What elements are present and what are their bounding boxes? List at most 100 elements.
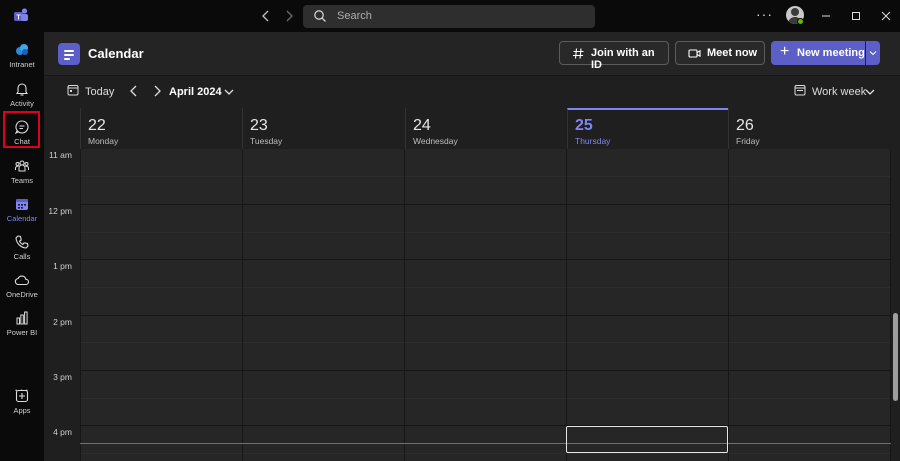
intranet-icon: [16, 44, 28, 55]
calendar-icon: [16, 199, 28, 210]
half-hour-line: [80, 398, 891, 399]
teams-icon: [15, 160, 29, 172]
rail-item-intranet[interactable]: Intranet: [0, 38, 44, 76]
day-header-wednesday[interactable]: 24 Wednesday: [405, 108, 567, 149]
app-rail: Intranet Activity Chat Teams Calendar Ca…: [0, 32, 44, 461]
teams-logo-icon: T: [14, 8, 28, 22]
chevron-down-icon[interactable]: [865, 87, 875, 97]
hour-column: 11 am 12 pm 1 pm 2 pm 3 pm 4 pm: [44, 149, 80, 461]
month-selector[interactable]: April 2024: [169, 86, 222, 98]
calendar-header: Calendar Join with an ID Meet now + New …: [44, 32, 900, 76]
plus-icon: +: [780, 43, 790, 60]
day-header-thursday[interactable]: 25 Thursday: [567, 108, 728, 149]
hour-label: 1 pm: [53, 261, 72, 271]
day-number: 26: [736, 117, 754, 134]
day-number: 25: [575, 117, 593, 134]
rail-item-teams[interactable]: Teams: [0, 154, 44, 192]
half-hour-line: [80, 453, 891, 454]
rail-item-apps[interactable]: Apps: [0, 384, 44, 422]
day-header-monday[interactable]: 22 Monday: [80, 108, 242, 149]
cloud-icon: [14, 275, 30, 286]
new-meeting-dropdown-button[interactable]: [866, 41, 880, 65]
minimize-icon[interactable]: [818, 8, 834, 24]
chevron-down-icon: [869, 51, 877, 56]
bell-icon: [15, 83, 29, 96]
rail-label: Teams: [10, 176, 34, 185]
previous-week-icon[interactable]: [128, 84, 140, 98]
hour-label: 3 pm: [53, 372, 72, 382]
hour-label: 4 pm: [53, 427, 72, 437]
hour-line: [80, 204, 891, 205]
view-selector[interactable]: Work week: [812, 86, 866, 98]
chevron-down-icon[interactable]: [224, 87, 234, 97]
half-hour-line: [80, 176, 891, 177]
calendar-app-icon: [58, 43, 80, 65]
half-hour-line: [80, 232, 891, 233]
rail-label: Apps: [13, 406, 31, 415]
today-button[interactable]: Today: [85, 86, 114, 98]
hour-line: [80, 259, 891, 260]
scrollbar-thumb[interactable]: [893, 313, 898, 401]
view-calendar-icon: [794, 85, 806, 96]
chat-icon: [14, 120, 29, 135]
day-header-friday[interactable]: 26 Friday: [728, 108, 891, 149]
new-meeting-label: New meeting: [797, 47, 865, 59]
hour-label: 11 am: [49, 150, 72, 160]
vertical-scrollbar[interactable]: [891, 149, 900, 461]
calendar-grid: 22 Monday 23 Tuesday 24 Wednesday 25 Thu…: [44, 108, 900, 461]
hash-icon: [573, 48, 584, 59]
new-meeting-button[interactable]: + New meeting: [771, 41, 865, 65]
rail-item-activity[interactable]: Activity: [0, 77, 44, 115]
rail-item-onedrive[interactable]: OneDrive: [0, 268, 44, 306]
search-placeholder: Search: [337, 10, 372, 22]
day-divider: [242, 149, 243, 461]
hour-line: [80, 425, 891, 426]
half-hour-line: [80, 287, 891, 288]
half-hour-line: [80, 342, 891, 343]
day-name: Wednesday: [413, 136, 458, 146]
day-name: Tuesday: [250, 136, 283, 146]
maximize-icon[interactable]: [848, 8, 864, 24]
hour-line: [80, 370, 891, 371]
close-icon[interactable]: [878, 8, 894, 24]
rail-label: Activity: [10, 99, 34, 108]
search-input[interactable]: Search: [303, 5, 595, 28]
hour-line: [80, 315, 891, 316]
rail-label: Chat: [14, 137, 30, 146]
meet-now-button[interactable]: Meet now: [675, 41, 765, 65]
forward-arrow-icon[interactable]: [281, 8, 297, 24]
rail-label: Calls: [13, 252, 31, 261]
presence-status-icon: [797, 18, 804, 25]
day-name: Thursday: [575, 136, 611, 146]
phone-icon: [15, 235, 29, 249]
rail-item-power-bi[interactable]: Power BI: [0, 306, 44, 344]
back-arrow-icon[interactable]: [258, 8, 274, 24]
current-time-line: [80, 443, 891, 444]
day-divider: [80, 149, 81, 461]
rail-item-calendar[interactable]: Calendar: [0, 192, 44, 230]
day-divider: [404, 149, 405, 461]
page-title: Calendar: [88, 46, 144, 61]
next-week-icon[interactable]: [151, 84, 163, 98]
meet-now-label: Meet now: [707, 47, 758, 59]
join-with-id-label: Join with an ID: [591, 47, 655, 71]
day-divider: [566, 149, 567, 461]
day-number: 22: [88, 117, 106, 134]
svg-text:T: T: [16, 15, 21, 22]
day-name: Friday: [736, 136, 760, 146]
selected-time-slot[interactable]: [566, 426, 728, 453]
day-name: Monday: [88, 136, 119, 146]
rail-item-chat[interactable]: Chat: [0, 115, 44, 153]
rail-item-calls[interactable]: Calls: [0, 230, 44, 268]
video-camera-icon: [688, 49, 701, 58]
day-number: 23: [250, 117, 268, 134]
today-calendar-icon[interactable]: [67, 84, 79, 96]
hour-label: 12 pm: [48, 206, 72, 216]
more-options-icon[interactable]: ···: [756, 6, 773, 22]
apps-icon: [15, 389, 29, 403]
day-header-tuesday[interactable]: 23 Tuesday: [242, 108, 405, 149]
join-with-id-button[interactable]: Join with an ID: [559, 41, 669, 71]
search-icon: [314, 10, 326, 22]
rail-label: Power BI: [6, 328, 38, 337]
time-slot-area[interactable]: [80, 149, 891, 461]
